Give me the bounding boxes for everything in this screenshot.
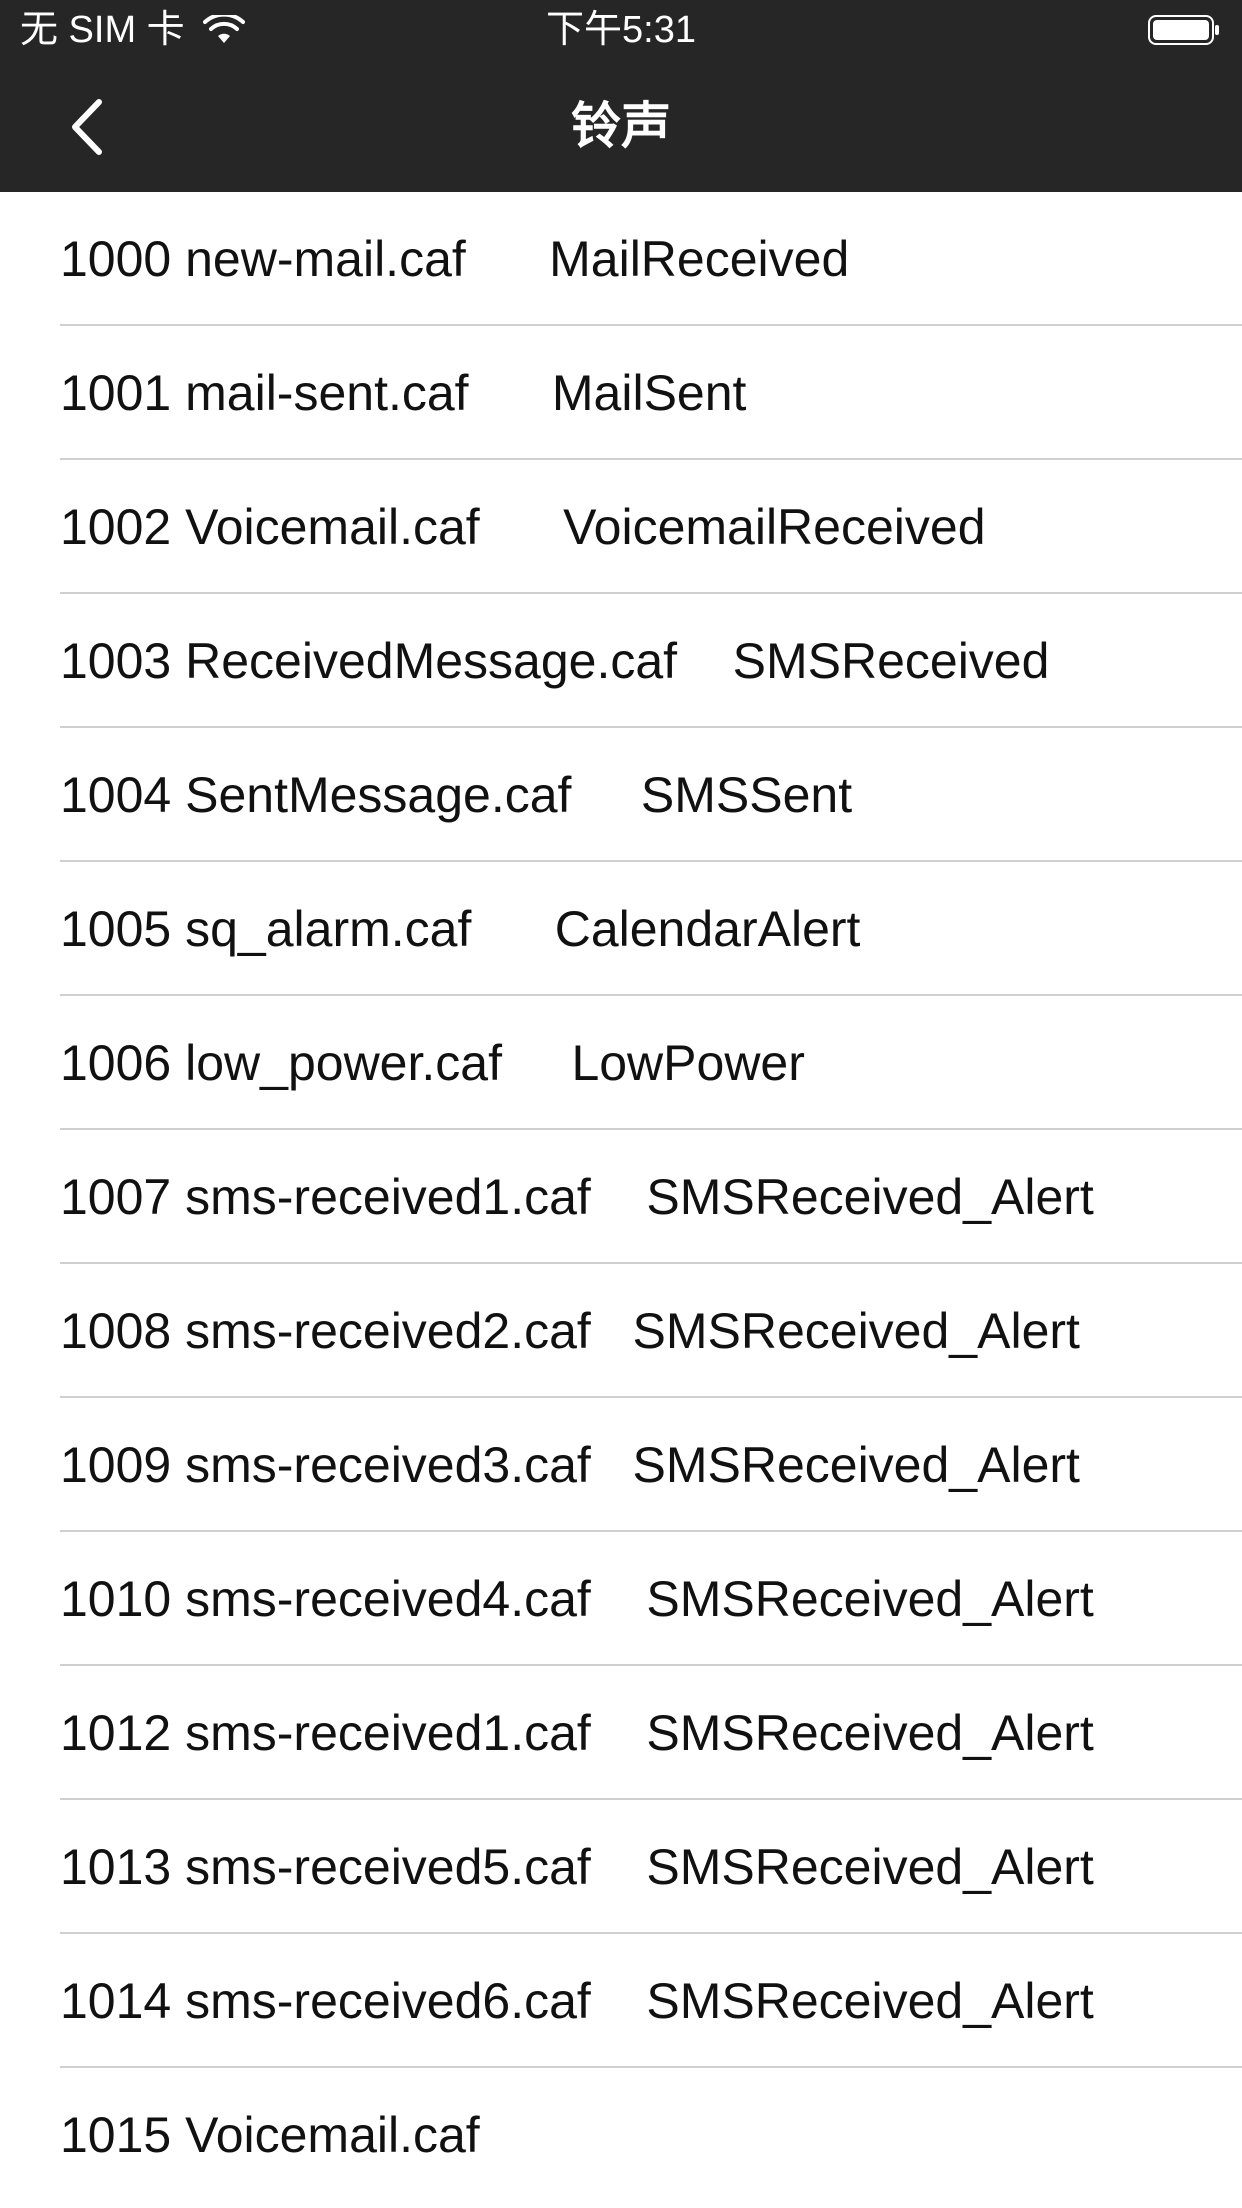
battery-icon [1148,15,1219,45]
list-item[interactable]: 1015 Voicemail.caf [0,2068,1242,2202]
sound-file-label: 1007 sms-received1.caf [60,1169,591,1225]
sound-file-label: 1002 Voicemail.caf [60,499,480,555]
sound-label-gap [466,231,549,287]
list-item[interactable]: 1013 sms-received5.caf SMSReceived_Alert [0,1800,1242,1934]
list-item[interactable]: 1002 Voicemail.caf VoicemailReceived [0,460,1242,594]
status-time: 下午5:31 [546,9,696,51]
sound-label-gap [591,1169,647,1225]
list-item[interactable]: 1006 low_power.caf LowPower [0,996,1242,1130]
list-item[interactable]: 1005 sq_alarm.caf CalendarAlert [0,862,1242,996]
sound-label: 1006 low_power.caf LowPower [60,996,805,1130]
sound-event-label: MailReceived [549,231,850,287]
navigation-bar: 铃声 [0,60,1242,192]
sound-file-label: 1013 sms-received5.caf [60,1839,591,1895]
list-item[interactable]: 1003 ReceivedMessage.caf SMSReceived [0,594,1242,728]
sound-file-label: 1014 sms-received6.caf [60,1973,591,2029]
list-item[interactable]: 1012 sms-received1.caf SMSReceived_Alert [0,1666,1242,1800]
sound-label: 1004 SentMessage.caf SMSSent [60,728,852,862]
sound-label-gap [591,1839,647,1895]
sound-label: 1003 ReceivedMessage.caf SMSReceived [60,594,1049,728]
sound-file-label: 1010 sms-received4.caf [60,1571,591,1627]
sound-label-gap [502,1035,571,1091]
sound-label-gap [471,901,554,957]
sound-label: 1015 Voicemail.caf [60,2068,480,2202]
list-item[interactable]: 1008 sms-received2.caf SMSReceived_Alert [0,1264,1242,1398]
sound-label: 1010 sms-received4.caf SMSReceived_Alert [60,1532,1094,1666]
sound-label: 1008 sms-received2.caf SMSReceived_Alert [60,1264,1080,1398]
sound-label-gap [591,1303,633,1359]
sound-event-label: CalendarAlert [554,901,861,957]
sound-file-label: 1012 sms-received1.caf [60,1705,591,1761]
header: 无 SIM 卡 下午5:31 铃声 [0,0,1242,192]
sound-event-label: SMSSent [640,767,853,823]
status-bar: 无 SIM 卡 下午5:31 [0,0,1242,60]
sound-label-gap [591,1437,633,1493]
sound-event-label: MailSent [551,365,747,421]
sound-file-label: 1003 ReceivedMessage.caf [60,633,678,689]
list-item[interactable]: 1001 mail-sent.caf MailSent [0,326,1242,460]
sound-label-gap [591,1571,647,1627]
sound-label-gap [591,1705,647,1761]
sound-file-label: 1001 mail-sent.caf [60,365,469,421]
list-item[interactable]: 1004 SentMessage.caf SMSSent [0,728,1242,862]
sound-event-label: SMSReceived_Alert [646,1973,1094,2029]
sound-file-label: 1008 sms-received2.caf [60,1303,591,1359]
sound-file-label: 1009 sms-received3.caf [60,1437,591,1493]
page-title: 铃声 [571,98,671,154]
sound-label: 1007 sms-received1.caf SMSReceived_Alert [60,1130,1094,1264]
sound-file-label: 1004 SentMessage.caf [60,767,572,823]
list-item[interactable]: 1007 sms-received1.caf SMSReceived_Alert [0,1130,1242,1264]
sound-label: 1001 mail-sent.caf MailSent [60,326,746,460]
sound-file-label: 1015 Voicemail.caf [60,2107,480,2163]
sound-label: 1000 new-mail.caf MailReceived [60,192,849,326]
sound-label: 1005 sq_alarm.caf CalendarAlert [60,862,860,996]
sound-label: 1012 sms-received1.caf SMSReceived_Alert [60,1666,1094,1800]
sound-event-label: SMSReceived_Alert [646,1705,1094,1761]
sound-label-gap [480,499,563,555]
sound-label-gap [677,633,733,689]
sound-file-label: 1006 low_power.caf [60,1035,502,1091]
sound-event-label: SMSReceived_Alert [632,1303,1080,1359]
sound-list: 1000 new-mail.caf MailReceived 1001 mail-… [0,192,1242,2202]
sound-label-gap [591,1973,647,2029]
sound-event-label: LowPower [571,1035,805,1091]
sound-event-label: SMSReceived_Alert [646,1169,1094,1225]
sound-event-label: SMSReceived_Alert [646,1839,1094,1895]
sound-label-gap [469,365,552,421]
sound-label-gap [571,767,640,823]
sound-label: 1002 Voicemail.caf VoicemailReceived [60,460,986,594]
list-item[interactable]: 1014 sms-received6.caf SMSReceived_Alert [0,1934,1242,2068]
sound-label: 1014 sms-received6.caf SMSReceived_Alert [60,1934,1094,2068]
sound-label: 1009 sms-received3.caf SMSReceived_Alert [60,1398,1080,1532]
sound-event-label: SMSReceived_Alert [646,1571,1094,1627]
list-item[interactable]: 1010 sms-received4.caf SMSReceived_Alert [0,1532,1242,1666]
sound-label: 1013 sms-received5.caf SMSReceived_Alert [60,1800,1094,1934]
sound-event-label: VoicemailReceived [563,499,986,555]
sound-event-label: SMSReceived_Alert [632,1437,1080,1493]
sound-event-label: SMSReceived [732,633,1050,689]
sound-file-label: 1000 new-mail.caf [60,231,466,287]
sound-file-label: 1005 sq_alarm.caf [60,901,472,957]
list-item[interactable]: 1009 sms-received3.caf SMSReceived_Alert [0,1398,1242,1532]
list-item[interactable]: 1000 new-mail.caf MailReceived [0,192,1242,326]
